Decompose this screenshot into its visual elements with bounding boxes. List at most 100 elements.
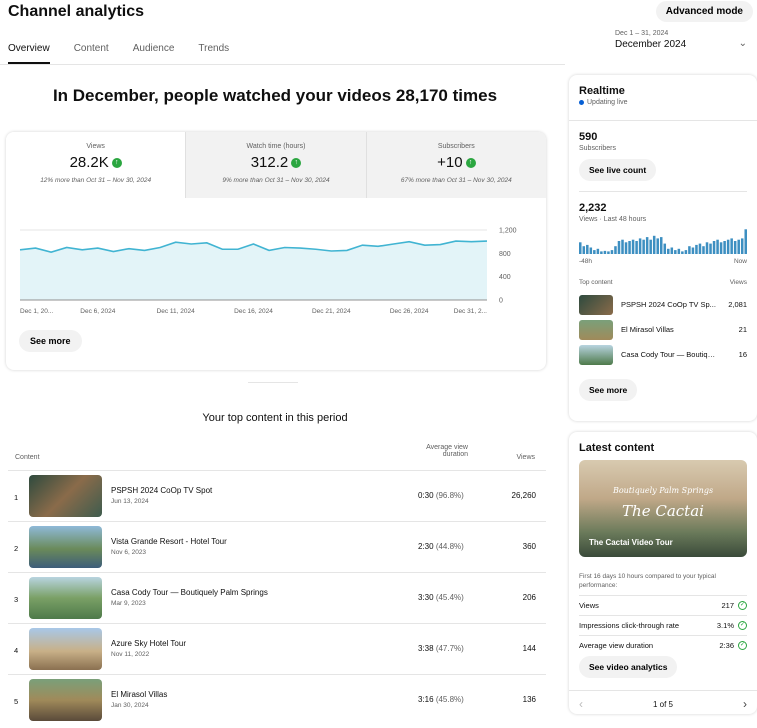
area-fill <box>20 241 487 300</box>
check-circle-icon: ✓ <box>738 621 747 631</box>
realtime-bar <box>684 250 688 254</box>
metric-value: 312.2 <box>250 154 289 171</box>
metric-note: 12% more than Oct 31 – Nov 30, 2024 <box>40 177 152 184</box>
realtime-bar <box>610 250 614 254</box>
table-row[interactable]: 3 Casa Cody Tour — Boutiquely Palm Sprin… <box>8 572 546 623</box>
table-row[interactable]: 5 El Mirasol Villas Jan 30, 2024 3:16 (4… <box>8 674 546 725</box>
video-date: Nov 11, 2022 <box>111 651 150 658</box>
video-title[interactable]: Vista Grande Resort - Hotel Tour <box>111 537 227 546</box>
tab-audience[interactable]: Audience <box>133 43 175 64</box>
metric-note: 67% more than Oct 31 – Nov 30, 2024 <box>400 177 512 184</box>
realtime-bar <box>635 241 638 254</box>
tab-content[interactable]: Content <box>74 43 109 64</box>
realtime-bar <box>716 239 719 254</box>
video-thumbnail[interactable] <box>29 577 102 619</box>
row-rank: 1 <box>14 493 19 502</box>
table-row[interactable]: 2 Vista Grande Resort - Hotel Tour Nov 6… <box>8 521 546 572</box>
video-title[interactable]: PSPSH 2024 CoOp TV Spot <box>111 486 212 495</box>
x-tick-label: Dec 31, 2... <box>454 308 487 315</box>
metric-note: 9% more than Oct 31 – Nov 30, 2024 <box>222 177 330 184</box>
realtime-bar <box>667 248 670 254</box>
check-circle-icon: ✓ <box>738 601 747 611</box>
realtime-bar <box>600 251 603 254</box>
x-tick-label: Dec 6, 2024 <box>80 308 115 315</box>
realtime-bar <box>737 239 740 254</box>
realtime-bar <box>586 244 589 254</box>
chevron-left-icon[interactable]: ‹ <box>579 697 583 711</box>
avg-percent: (45.8%) <box>435 695 464 704</box>
video-thumbnail <box>579 294 613 315</box>
chevron-right-icon[interactable]: › <box>743 697 747 711</box>
row-views: 206 <box>522 593 536 602</box>
x-tick-label: Dec 1, 20... <box>20 308 53 315</box>
see-video-analytics-button[interactable]: See video analytics <box>579 656 678 678</box>
avg-duration: 3:30 <box>418 593 434 602</box>
list-item[interactable]: PSPSH 2024 CoOp TV Sp... 2,081 <box>579 292 747 317</box>
metric-label: Watch time (hours) <box>246 143 306 150</box>
video-date: Jan 30, 2024 <box>111 702 149 709</box>
advanced-mode-button[interactable]: Advanced mode <box>655 1 753 22</box>
col-views-header[interactable]: Views <box>505 454 535 461</box>
video-thumbnail[interactable] <box>29 628 102 670</box>
realtime-bar <box>638 238 642 254</box>
realtime-title: Realtime <box>579 85 625 97</box>
realtime-bar <box>645 237 649 254</box>
axis-end-label: Now <box>733 258 747 265</box>
realtime-bar <box>589 247 593 254</box>
realtime-bar <box>674 250 677 254</box>
row-views: 360 <box>522 542 536 551</box>
see-more-button[interactable]: See more <box>19 330 82 352</box>
thumbnail-caption-large: The Cactai <box>622 502 704 520</box>
avg-percent: (96.8%) <box>435 491 464 500</box>
video-thumbnail[interactable] <box>29 679 102 721</box>
realtime-bar <box>723 241 726 254</box>
metric-value: +10 <box>437 154 463 171</box>
metric-watch-time[interactable]: Watch time (hours) 312.2 ↑ 9% more than O… <box>185 132 366 198</box>
realtime-bar <box>670 247 674 254</box>
y-tick-label: 1,200 <box>499 228 517 235</box>
table-row[interactable]: 4 Azure Sky Hotel Tour Nov 11, 2022 3:38… <box>8 623 546 674</box>
metric-label: Subscribers <box>437 143 475 150</box>
video-title[interactable]: Azure Sky Hotel Tour <box>111 639 186 648</box>
table-row[interactable]: 1 PSPSH 2024 CoOp TV Spot Jun 13, 2024 0… <box>8 470 546 521</box>
views-area-chart[interactable]: 1,200 800 400 0 Dec 1, 20... Dec 6, 2024 Dec 1… <box>6 218 546 318</box>
stat-row: Average view duration 2:36 ✓ <box>579 635 747 655</box>
realtime-bar <box>607 251 610 254</box>
y-tick-label: 0 <box>499 298 503 305</box>
top-content-title: Your top content in this period <box>202 412 348 424</box>
date-range-selector[interactable]: Dec 1 – 31, 2024 December 2024 ⌄ <box>615 30 753 50</box>
x-tick-label: Dec 21, 2024 <box>312 308 351 315</box>
realtime-bar <box>652 235 656 254</box>
see-live-count-button[interactable]: See live count <box>579 159 657 181</box>
metric-views[interactable]: Views 28.2K ↑ 12% more than Oct 31 – Nov … <box>6 132 186 198</box>
video-thumbnail[interactable] <box>29 475 102 517</box>
realtime-bar <box>624 242 628 254</box>
list-item[interactable]: Casa Cody Tour — Boutiquel... 16 <box>579 342 747 367</box>
realtime-bar <box>677 248 681 254</box>
realtime-see-more-button[interactable]: See more <box>579 379 638 401</box>
list-item[interactable]: El Mirasol Villas 21 <box>579 317 747 342</box>
tab-trends[interactable]: Trends <box>198 43 229 64</box>
avg-percent: (45.4%) <box>435 593 464 602</box>
arrow-up-icon: ↑ <box>111 158 122 169</box>
video-title[interactable]: Casa Cody Tour — Boutiquely Palm Springs <box>111 588 268 597</box>
check-circle-icon: ✓ <box>738 641 747 651</box>
latest-video-thumbnail[interactable]: Boutiquely Palm Springs The Cactai The C… <box>579 460 747 557</box>
realtime-bar <box>614 246 617 254</box>
video-title[interactable]: El Mirasol Villas <box>111 690 167 699</box>
realtime-bar <box>579 242 582 254</box>
video-thumbnail[interactable] <box>29 526 102 568</box>
realtime-bar-chart[interactable] <box>579 228 747 254</box>
item-views: 21 <box>738 325 747 334</box>
arrow-up-icon: ↑ <box>465 158 476 169</box>
item-views: 16 <box>738 350 747 359</box>
realtime-bar <box>681 251 684 254</box>
stat-row: Impressions click-through rate 3.1% ✓ <box>579 615 747 635</box>
top-content-label: Top content <box>579 279 613 286</box>
item-title: PSPSH 2024 CoOp TV Sp... <box>621 300 716 309</box>
x-tick-label: Dec 16, 2024 <box>234 308 273 315</box>
tab-overview[interactable]: Overview <box>8 43 50 64</box>
metric-subscribers[interactable]: Subscribers +10 ↑ 67% more than Oct 31 – … <box>365 132 546 198</box>
realtime-status: Updating live <box>587 99 628 106</box>
tabs-divider <box>0 64 565 65</box>
